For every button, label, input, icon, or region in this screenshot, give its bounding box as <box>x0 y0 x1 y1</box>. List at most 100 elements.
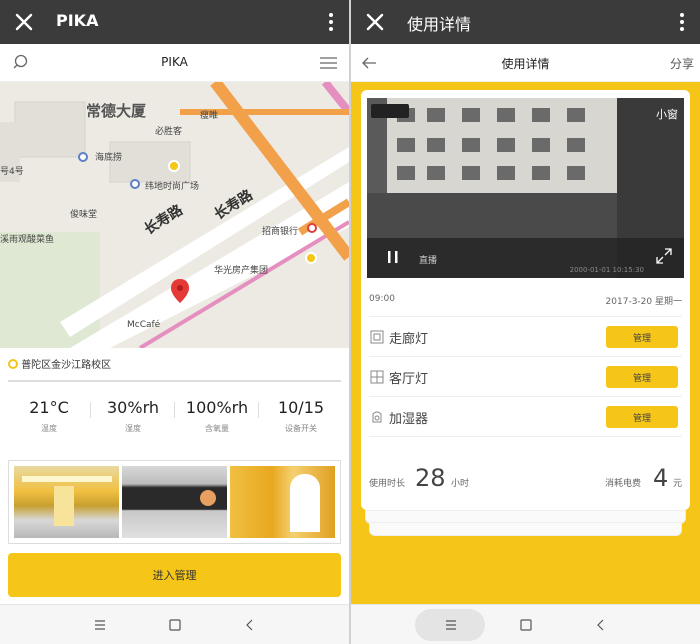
nav-title: 使用详情 <box>501 57 550 71</box>
manage-button[interactable]: 管理 <box>606 326 678 348</box>
map-label-yuyang: 瘦睢 <box>200 111 219 121</box>
device-row-humidifier: 加湿器 管理 <box>369 396 682 436</box>
light-icon <box>370 330 384 344</box>
map-label-junwei: 俊味堂 <box>70 210 98 220</box>
system-nav-bar <box>351 604 700 644</box>
more-icon[interactable] <box>329 12 333 32</box>
map-label-haidilao: 海底捞 <box>95 153 123 163</box>
home-nav-icon[interactable] <box>165 615 185 635</box>
bank-icon <box>307 223 317 233</box>
app-title: PIKA <box>56 11 99 30</box>
stat-label: 湿度 <box>125 424 141 433</box>
video-timestamp: 2000-01-01 10:15:30 <box>569 266 644 274</box>
cost-unit: 元 <box>673 479 683 489</box>
stat-value: 21°C <box>29 398 69 417</box>
back-nav-icon[interactable] <box>240 615 260 635</box>
map-label-changde: 常德大厦 <box>86 102 147 120</box>
nav-bar: 使用详情 分享 <box>351 44 700 82</box>
location-row: 普陀区金沙江路校区 <box>8 356 341 371</box>
usage-summary: 使用时长 28 小时 消耗电费 4 元 <box>369 464 682 496</box>
close-icon[interactable] <box>12 10 36 34</box>
photo-detail <box>200 490 216 506</box>
map-label-xiyu: 溪雨观酸菜鱼 <box>0 235 55 245</box>
map-label-mccafe: McCafé <box>127 320 161 330</box>
duration-unit: 小时 <box>451 479 470 489</box>
map-label-bishengke: 必胜客 <box>155 127 183 137</box>
usage-time: 09:00 <box>369 294 395 304</box>
home-nav-icon[interactable] <box>516 615 536 635</box>
device-row-living-room-light: 客厅灯 管理 <box>369 356 682 396</box>
stat-value: 10/15 <box>277 398 325 417</box>
gallery-photo-1[interactable] <box>14 466 119 538</box>
nav-title: PIKA <box>161 55 188 69</box>
photo-detail <box>54 486 74 526</box>
stat-divider <box>90 402 91 418</box>
stat-label: 含氧量 <box>205 424 229 433</box>
detail-background: 小窗 直播 2000-01-01 10:15:30 09:00 2017-3-2… <box>351 82 700 604</box>
left-pane: PIKA PIKA 常德大厦 必胜客 瘦睢 海底捞 纬地时尚广场 俊味堂 溪雨观… <box>0 0 349 644</box>
map-view[interactable]: 常德大厦 必胜客 瘦睢 海底捞 纬地时尚广场 俊味堂 溪雨观酸菜鱼 号4号 长寿… <box>0 82 349 348</box>
stat-temperature: 21°C 温度 <box>8 398 90 434</box>
more-icon[interactable] <box>680 12 684 32</box>
duration-label: 使用时长 <box>369 479 406 489</box>
humidifier-icon <box>372 411 382 423</box>
stat-value: 100%rh <box>185 398 249 417</box>
map-label-huaguang: 华光房产集团 <box>214 266 269 276</box>
cost-value: 4 <box>653 464 669 492</box>
back-nav-icon[interactable] <box>591 615 611 635</box>
manage-button[interactable]: 管理 <box>606 366 678 388</box>
stat-oxygen: 100%rh 含氧量 <box>176 398 258 434</box>
enter-management-button[interactable]: 进入管理 <box>8 553 341 597</box>
location-text: 普陀区金沙江路校区 <box>21 360 112 371</box>
device-name: 走廊灯 <box>389 332 429 347</box>
video-frame <box>367 98 684 278</box>
stats-row: 21°C 温度 30%rh 湿度 100%rh 含氧量 10/15 设备开关 <box>8 398 341 442</box>
live-label: 直播 <box>419 256 438 266</box>
photo-detail <box>290 474 320 532</box>
location-dot-icon <box>8 359 18 369</box>
gallery-photo-2[interactable] <box>122 466 227 538</box>
map-label-no4: 号4号 <box>0 167 24 177</box>
card-stack-shadow <box>369 522 682 536</box>
share-button[interactable]: 分享 <box>670 55 694 72</box>
lamp-icon <box>370 370 384 384</box>
app-bar: PIKA <box>0 0 349 44</box>
camera-brand-logo <box>371 104 409 118</box>
detail-card: 小窗 直播 2000-01-01 10:15:30 09:00 2017-3-2… <box>361 90 690 510</box>
menu-icon[interactable] <box>320 56 337 70</box>
metro-line1-icon <box>168 160 180 172</box>
device-name: 加湿器 <box>389 412 429 427</box>
cost-label: 消耗电费 <box>605 479 642 489</box>
live-video[interactable]: 小窗 直播 2000-01-01 10:15:30 <box>367 98 684 278</box>
manage-button[interactable]: 管理 <box>606 406 678 428</box>
location-pin-icon[interactable] <box>170 278 190 304</box>
mini-window-button[interactable]: 小窗 <box>656 106 678 122</box>
stat-humidity: 30%rh 湿度 <box>92 398 174 434</box>
photo-gallery <box>8 460 341 544</box>
duration-value: 28 <box>415 464 446 492</box>
stat-label: 设备开关 <box>285 424 317 433</box>
nav-bar: PIKA <box>0 44 349 82</box>
right-pane: 使用详情 使用详情 分享 小窗 直播 2000-01-01 10:15:30 0… <box>351 0 700 644</box>
metro-line7-icon <box>305 252 317 264</box>
menu-nav-icon[interactable] <box>90 615 110 635</box>
parking-icon <box>78 152 88 162</box>
stat-device-switch: 10/15 设备开关 <box>260 398 342 434</box>
stat-divider <box>258 402 259 418</box>
map-label-zhaoshang: 招商银行 <box>262 227 299 237</box>
close-icon[interactable] <box>363 10 387 34</box>
app-bar: 使用详情 <box>351 0 700 44</box>
photo-detail <box>22 476 112 482</box>
app-title: 使用详情 <box>407 15 472 34</box>
fullscreen-icon[interactable] <box>656 248 672 264</box>
menu-nav-icon[interactable] <box>441 615 461 635</box>
system-nav-bar <box>0 604 349 644</box>
usage-date: 2017-3-20 星期一 <box>605 297 682 307</box>
stat-value: 30%rh <box>107 398 159 417</box>
pause-icon[interactable] <box>387 250 399 264</box>
gallery-photo-3[interactable] <box>230 466 335 538</box>
device-name: 客厅灯 <box>389 372 429 387</box>
map-label-weishi: 纬地时尚广场 <box>145 182 200 192</box>
stat-label: 温度 <box>41 424 57 433</box>
mall-icon <box>130 179 140 189</box>
